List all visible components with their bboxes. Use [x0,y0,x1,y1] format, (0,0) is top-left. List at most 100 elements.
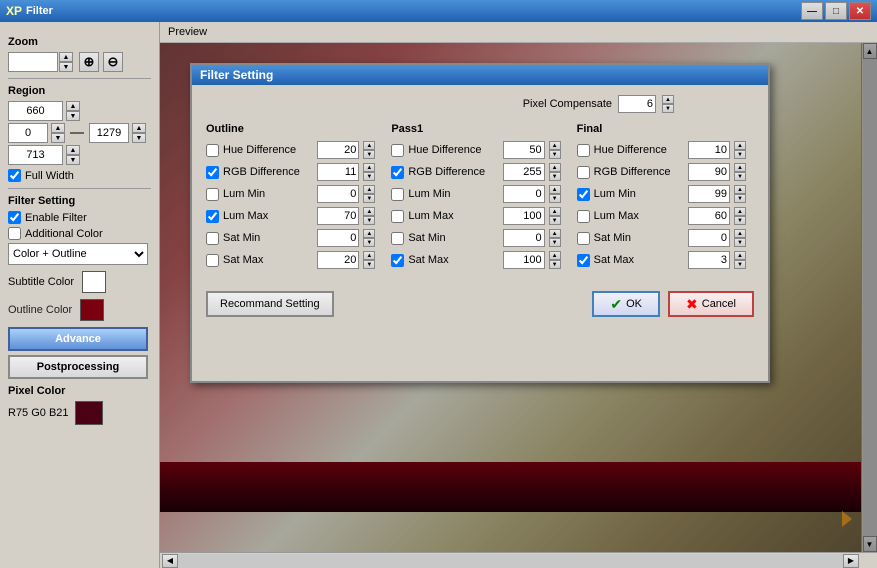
fnsmx-up[interactable]: ▲ [734,251,746,260]
outline-color-swatch[interactable] [80,299,104,321]
outline-hue-cb[interactable] [206,144,219,157]
rv4-down[interactable]: ▼ [66,155,80,165]
p1-hue-input[interactable] [503,141,545,159]
fn-rgb-cb[interactable] [577,166,590,179]
preview-scrollbar-bottom[interactable]: ◀ ▶ [160,552,877,568]
olmx-up[interactable]: ▲ [363,207,375,216]
p1h-down[interactable]: ▼ [549,150,561,159]
region-val1[interactable] [8,101,63,121]
osmn-up[interactable]: ▲ [363,229,375,238]
outline-lummax-cb[interactable] [206,210,219,223]
enable-filter-checkbox[interactable] [8,211,21,224]
zoom-in-btn[interactable]: ⊕ [79,52,99,72]
ok-button[interactable]: ✔ OK [592,291,660,317]
fn-satmin-input[interactable] [688,229,730,247]
fn-satmin-cb[interactable] [577,232,590,245]
or-down[interactable]: ▼ [363,172,375,181]
outline-lummin-cb[interactable] [206,188,219,201]
p1lmn-up[interactable]: ▲ [549,185,561,194]
fnr-up[interactable]: ▲ [734,163,746,172]
olmx-down[interactable]: ▼ [363,216,375,225]
olmn-down[interactable]: ▼ [363,194,375,203]
p1-satmax-cb[interactable] [391,254,404,267]
osmx-up[interactable]: ▲ [363,251,375,260]
pc-down-btn[interactable]: ▼ [662,104,674,113]
p1-satmin-input[interactable] [503,229,545,247]
outline-lummin-input[interactable] [317,185,359,203]
region-val2[interactable] [8,123,48,143]
p1-rgb-input[interactable] [503,163,545,181]
fnlmn-up[interactable]: ▲ [734,185,746,194]
outline-satmax-cb[interactable] [206,254,219,267]
zoom-down-btn[interactable]: ▼ [59,62,73,72]
p1smn-up[interactable]: ▲ [549,229,561,238]
p1-lummin-input[interactable] [503,185,545,203]
scroll-left-arrow[interactable]: ◀ [162,554,178,568]
rv3-up[interactable]: ▲ [132,123,146,133]
recommand-button[interactable]: Recommand Setting [206,291,334,317]
outline-hue-input[interactable] [317,141,359,159]
oh-down[interactable]: ▼ [363,150,375,159]
p1r-up[interactable]: ▲ [549,163,561,172]
rv2-up[interactable]: ▲ [51,123,65,133]
scroll-right-arrow[interactable]: ▶ [843,554,859,568]
p1-satmin-cb[interactable] [391,232,404,245]
p1-lummin-cb[interactable] [391,188,404,201]
fnsmx-down[interactable]: ▼ [734,260,746,269]
fnsmn-up[interactable]: ▲ [734,229,746,238]
fnsmn-down[interactable]: ▼ [734,238,746,247]
region-val4[interactable] [8,145,63,165]
fnlmn-down[interactable]: ▼ [734,194,746,203]
cancel-button[interactable]: ✖ Cancel [668,291,754,317]
fn-hue-cb[interactable] [577,144,590,157]
postprocessing-button[interactable]: Postprocessing [8,355,148,379]
oh-up[interactable]: ▲ [363,141,375,150]
p1h-up[interactable]: ▲ [549,141,561,150]
zoom-input[interactable]: 50 [8,52,58,72]
color-dropdown[interactable]: Color + Outline Color Only Outline Only [8,243,148,265]
fnr-down[interactable]: ▼ [734,172,746,181]
zoom-out-btn[interactable]: ⊖ [103,52,123,72]
fn-rgb-input[interactable] [688,163,730,181]
pixel-compensate-input[interactable] [618,95,656,113]
outline-satmin-input[interactable] [317,229,359,247]
fn-lummax-cb[interactable] [577,210,590,223]
fnh-down[interactable]: ▼ [734,150,746,159]
outline-satmin-cb[interactable] [206,232,219,245]
p1-lummax-cb[interactable] [391,210,404,223]
p1-satmax-input[interactable] [503,251,545,269]
subtitle-color-swatch[interactable] [82,271,106,293]
outline-rgb-cb[interactable] [206,166,219,179]
maximize-button[interactable]: □ [825,2,847,20]
fn-satmax-cb[interactable] [577,254,590,267]
p1smx-up[interactable]: ▲ [549,251,561,260]
full-width-checkbox[interactable] [8,169,21,182]
fnlmx-down[interactable]: ▼ [734,216,746,225]
scroll-track-h[interactable] [178,554,843,568]
additional-color-checkbox[interactable] [8,227,21,240]
osmx-down[interactable]: ▼ [363,260,375,269]
olmn-up[interactable]: ▲ [363,185,375,194]
zoom-up-btn[interactable]: ▲ [59,52,73,62]
p1r-down[interactable]: ▼ [549,172,561,181]
close-button[interactable]: ✕ [849,2,871,20]
fn-lummin-cb[interactable] [577,188,590,201]
minimize-button[interactable]: — [801,2,823,20]
outline-satmax-input[interactable] [317,251,359,269]
p1lmn-down[interactable]: ▼ [549,194,561,203]
fn-hue-input[interactable] [688,141,730,159]
fnlmx-up[interactable]: ▲ [734,207,746,216]
fn-lummin-input[interactable] [688,185,730,203]
advance-button[interactable]: Advance [8,327,148,351]
p1lmx-up[interactable]: ▲ [549,207,561,216]
p1-lummax-input[interactable] [503,207,545,225]
pc-up-btn[interactable]: ▲ [662,95,674,104]
region-val3[interactable] [89,123,129,143]
p1smx-down[interactable]: ▼ [549,260,561,269]
rv1-up[interactable]: ▲ [66,101,80,111]
rv3-down[interactable]: ▼ [132,133,146,143]
rv2-down[interactable]: ▼ [51,133,65,143]
fn-lummax-input[interactable] [688,207,730,225]
fnh-up[interactable]: ▲ [734,141,746,150]
outline-rgb-input[interactable] [317,163,359,181]
